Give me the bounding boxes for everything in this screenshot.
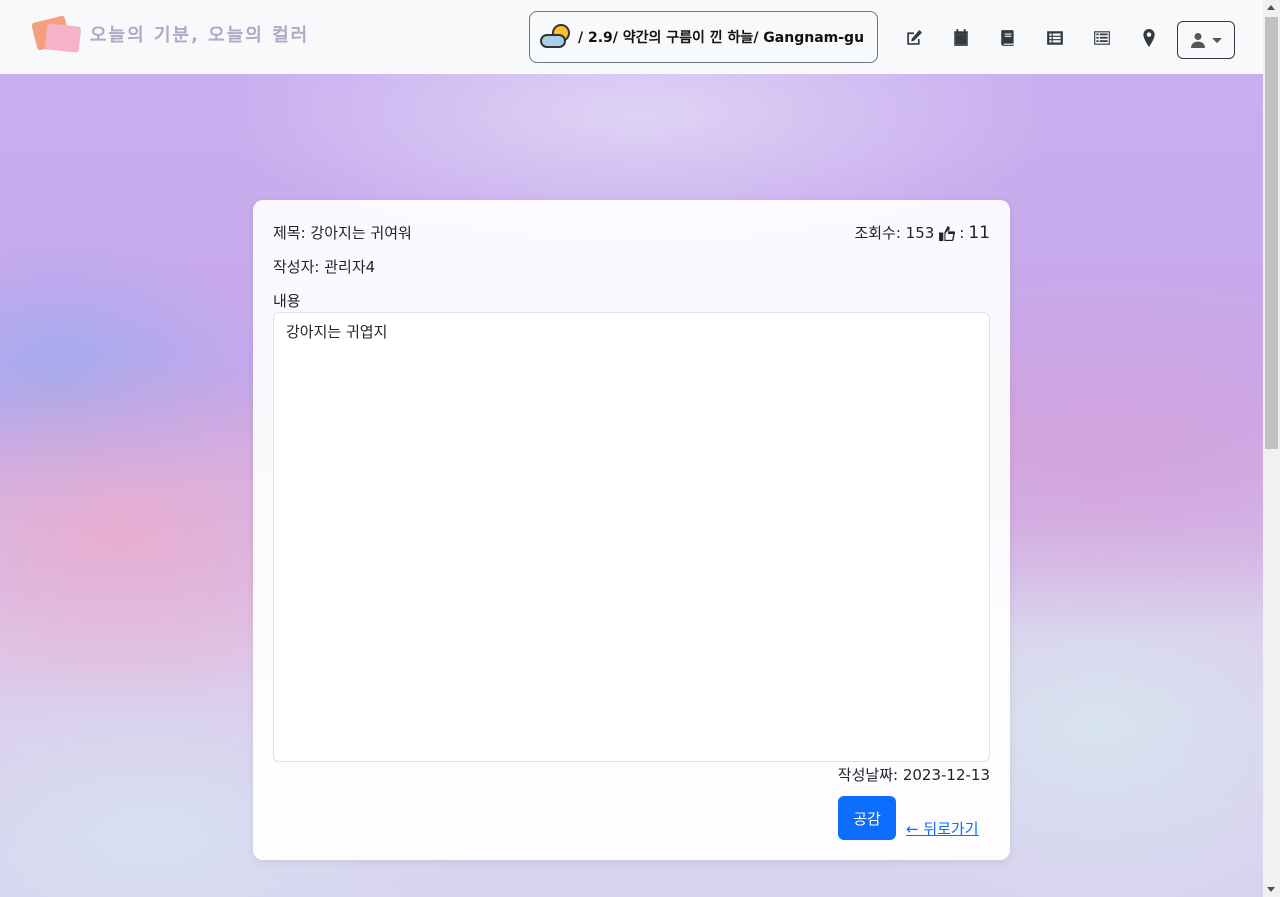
post-author: 작성자: 관리자4 — [273, 258, 376, 276]
post-title: 제목: 강아지는 귀여워 — [273, 224, 412, 242]
user-icon — [1191, 33, 1205, 48]
partly-cloudy-icon — [540, 22, 574, 52]
post-header: 제목: 강아지는 귀여워 조회수: 153 : 11 — [273, 222, 990, 243]
list-icon[interactable] — [1078, 22, 1125, 54]
post-date: 작성날짜: 2023-12-13 — [837, 766, 990, 784]
brand[interactable]: 오늘의 기분, 오늘의 컬러 — [31, 15, 310, 53]
thumbs-up-icon — [938, 224, 956, 242]
scroll-up-icon[interactable] — [1267, 5, 1275, 10]
view-count: 조회수: 153 — [854, 224, 935, 242]
nav-icon-group — [890, 22, 1172, 54]
post-content: 강아지는 귀엽지 — [273, 312, 990, 762]
like-button[interactable]: 공감 — [838, 796, 896, 840]
book-logo-icon — [31, 15, 82, 53]
post-card: 제목: 강아지는 귀여워 조회수: 153 : 11 작성자: 관리자4 내용 … — [253, 200, 1010, 860]
weather-text: / 2.9/ 약간의 구름이 낀 하늘/ Gangnam-gu — [578, 30, 865, 46]
map-marker-icon[interactable] — [1125, 22, 1172, 54]
vertical-scrollbar[interactable] — [1263, 0, 1280, 897]
brand-title: 오늘의 기분, 오늘의 컬러 — [90, 25, 310, 46]
weather-button[interactable]: / 2.9/ 약간의 구름이 낀 하늘/ Gangnam-gu — [529, 11, 878, 63]
scroll-down-icon[interactable] — [1267, 887, 1275, 892]
calendar-icon[interactable] — [937, 22, 984, 54]
edit-icon[interactable] — [890, 22, 937, 54]
content-label: 내용 — [273, 292, 301, 310]
like-count: 11 — [968, 222, 990, 243]
back-link[interactable]: ← 뒤로가기 — [906, 818, 979, 839]
user-menu-button[interactable] — [1177, 21, 1235, 59]
list-alt-icon[interactable] — [1031, 22, 1078, 54]
book-icon[interactable] — [984, 22, 1031, 54]
caret-down-icon — [1212, 37, 1222, 43]
navbar: 오늘의 기분, 오늘의 컬러 / 2.9/ 약간의 구름이 낀 하늘/ Gang… — [0, 0, 1263, 74]
scrollbar-thumb[interactable] — [1265, 17, 1278, 449]
likes-separator: : — [959, 223, 965, 242]
post-stats: 조회수: 153 : 11 — [854, 222, 990, 243]
